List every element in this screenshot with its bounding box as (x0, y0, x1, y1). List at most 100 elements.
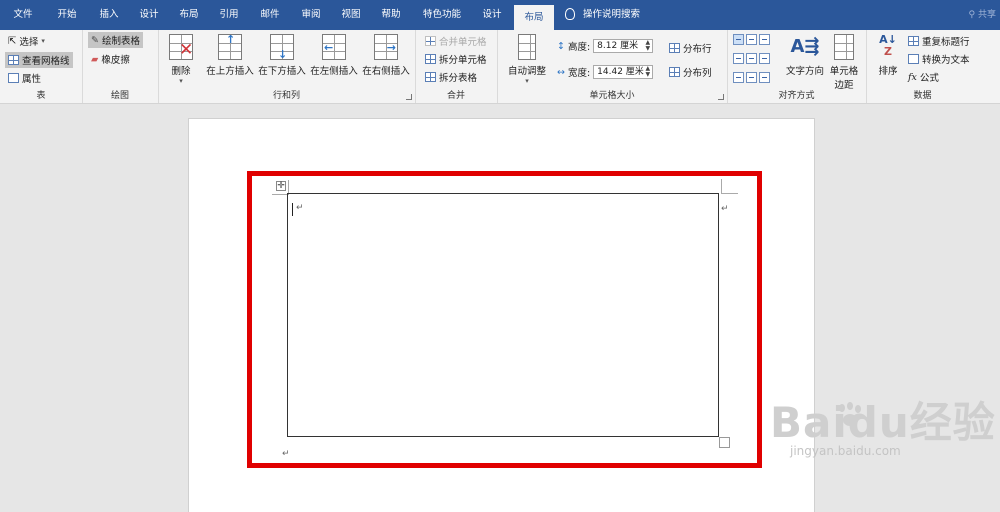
tab-special-features[interactable]: 特色功能 (414, 0, 470, 30)
split-cells-label: 拆分单元格 (439, 55, 487, 66)
group-cell-size: 自动调整 ▾ ↕ 高度: 8.12 厘米 ▲ ▼ ↔ 宽度: 14.42 厘米 ▲ ▼ … (497, 30, 728, 103)
view-gridlines-button[interactable]: 查看网格线 (5, 52, 73, 68)
chevron-down-icon: ▾ (525, 77, 529, 85)
dialog-launcher-icon[interactable] (406, 94, 412, 100)
group-label-alignment: 对齐方式 (778, 91, 815, 101)
width-label: 宽度: (567, 68, 591, 79)
formula-button[interactable]: fx 公式 (908, 70, 939, 85)
distribute-cols-button[interactable]: 分布列 (669, 65, 712, 79)
view-gridlines-label: 查看网格线 (22, 56, 70, 67)
height-icon: ↕ (557, 40, 565, 52)
ribbon-tab-bar: 文件 开始 插入 设计 布局 引用 邮件 审阅 视图 帮助 特色功能 设计 布局… (0, 0, 1000, 30)
autofit-button[interactable]: 自动调整 ▾ (507, 34, 547, 85)
merge-cells-button[interactable]: 合并单元格 (425, 34, 487, 48)
tab-design[interactable]: 设计 (129, 0, 169, 30)
spinner-icon[interactable]: ▲ ▼ (646, 66, 651, 78)
group-table: ⇱ 选择 ▾ 查看网格线 属性 表 (0, 30, 83, 103)
tab-home[interactable]: 开始 (47, 0, 87, 30)
height-input[interactable]: 8.12 厘米 ▲ ▼ (593, 39, 654, 53)
align-top-left-icon[interactable] (733, 34, 744, 45)
align-bottom-center-icon[interactable] (746, 72, 757, 83)
text-direction-button[interactable]: A⇶ 文字方向 (785, 34, 825, 77)
draw-table-label: 绘制表格 (101, 36, 140, 47)
spinner-icon[interactable]: ▲ ▼ (646, 40, 651, 52)
tab-table-design[interactable]: 设计 (472, 0, 512, 30)
width-value: 14.42 厘米 (597, 67, 644, 77)
align-middle-center-icon[interactable] (746, 53, 757, 64)
repeat-header-button[interactable]: 重复标题行 (908, 34, 970, 48)
height-row: ↕ 高度: 8.12 厘米 ▲ ▼ (557, 39, 654, 53)
eraser-button[interactable]: ▰ 橡皮擦 (91, 52, 130, 67)
tab-references[interactable]: 引用 (209, 0, 249, 30)
sort-icon: A↓ Z (879, 33, 897, 58)
insert-left-button[interactable]: ← 在左侧插入 (309, 34, 359, 77)
cell-margins-label-1: 单元格 (829, 66, 859, 77)
width-row: ↔ 宽度: 14.42 厘米 ▲ ▼ (557, 65, 654, 79)
align-bottom-right-icon[interactable] (759, 72, 770, 83)
group-label-merge: 合并 (446, 91, 465, 101)
cell-margins-icon (834, 34, 854, 60)
group-label-rows-columns: 行和列 (272, 91, 300, 101)
delete-button[interactable]: ✕ 删除 ▾ (166, 34, 196, 85)
tab-mailings[interactable]: 邮件 (249, 0, 291, 30)
group-alignment: A⇶ 文字方向 单元格 边距 对齐方式 (727, 30, 867, 103)
align-bottom-left-icon[interactable] (733, 72, 744, 83)
text-direction-icon: A⇶ (790, 36, 820, 57)
cell-margins-button[interactable]: 单元格 边距 (827, 34, 861, 91)
align-top-center-icon[interactable] (746, 34, 757, 45)
group-label-cell-size: 单元格大小 (589, 91, 635, 101)
split-table-button[interactable]: 拆分表格 (425, 70, 477, 84)
split-cells-icon (425, 54, 436, 64)
dialog-launcher-icon[interactable] (718, 94, 724, 100)
align-middle-right-icon[interactable] (759, 53, 770, 64)
split-cells-button[interactable]: 拆分单元格 (425, 52, 487, 66)
group-data: A↓ Z 排序 重复标题行 转换为文本 fx 公式 数据 (866, 30, 979, 103)
draw-table-button[interactable]: ✎ 绘制表格 (88, 32, 143, 48)
formula-icon: fx (908, 71, 917, 83)
align-middle-left-icon[interactable] (733, 53, 744, 64)
delete-table-icon: ✕ (169, 34, 193, 60)
insert-above-button[interactable]: ↑ 在上方插入 (205, 34, 255, 77)
convert-text-label: 转换为文本 (922, 55, 970, 66)
person-icon: ⚲ (968, 10, 978, 20)
eraser-label: 橡皮擦 (101, 55, 130, 66)
chevron-down-icon: ▾ (179, 77, 183, 85)
insert-below-button[interactable]: ↓ 在下方插入 (257, 34, 307, 77)
distribute-rows-button[interactable]: 分布行 (669, 41, 712, 55)
formula-label: 公式 (919, 73, 939, 84)
insert-left-label: 在左侧插入 (310, 66, 358, 77)
select-button[interactable]: ⇱ 选择 ▾ (8, 34, 45, 49)
properties-button[interactable]: 属性 (8, 71, 41, 85)
convert-text-button[interactable]: 转换为文本 (908, 52, 970, 66)
repeat-header-icon (908, 36, 919, 46)
watermark: Baidu经验 jingyan.baidu.com (770, 398, 996, 459)
insert-right-button[interactable]: → 在右侧插入 (361, 34, 411, 77)
properties-icon (8, 73, 19, 83)
share-button[interactable]: ⚲ 共享 (969, 0, 996, 30)
autofit-label: 自动调整 (507, 66, 546, 77)
sort-button[interactable]: A↓ Z 排序 (874, 33, 902, 78)
tab-file[interactable]: 文件 (4, 0, 42, 30)
tab-review[interactable]: 审阅 (291, 0, 331, 30)
group-rows-columns: ✕ 删除 ▾ ↑ 在上方插入 ↓ 在下方插入 ← 在左侧插入 → 在右侧插入 行… (158, 30, 416, 103)
align-top-right-icon[interactable] (759, 34, 770, 45)
delete-label: 删除 (171, 66, 191, 77)
tell-me-search[interactable]: 操作说明搜索 (565, 0, 640, 30)
group-label-draw: 绘图 (110, 91, 129, 101)
tab-help[interactable]: 帮助 (371, 0, 411, 30)
height-label: 高度: (567, 42, 591, 53)
insert-left-icon: ← (322, 34, 346, 60)
distribute-rows-icon (669, 43, 680, 53)
merge-cells-label: 合并单元格 (439, 37, 487, 48)
autofit-icon (518, 34, 536, 60)
properties-label: 属性 (22, 74, 42, 85)
tell-me-label: 操作说明搜索 (583, 9, 641, 20)
group-draw: ✎ 绘制表格 ▰ 橡皮擦 绘图 (82, 30, 159, 103)
tab-table-layout[interactable]: 布局 (514, 5, 554, 30)
width-input[interactable]: 14.42 厘米 ▲ ▼ (593, 65, 654, 79)
tab-layout[interactable]: 布局 (169, 0, 209, 30)
watermark-brand: Baidu经验 (770, 398, 996, 447)
ribbon: ⇱ 选择▾ 查看网格线 属性 表 ✎ 绘制表格 ▰ 橡皮擦 绘图 ✕ 删除 ▾ (0, 30, 1000, 104)
tab-view[interactable]: 视图 (331, 0, 371, 30)
tab-insert[interactable]: 插入 (89, 0, 129, 30)
